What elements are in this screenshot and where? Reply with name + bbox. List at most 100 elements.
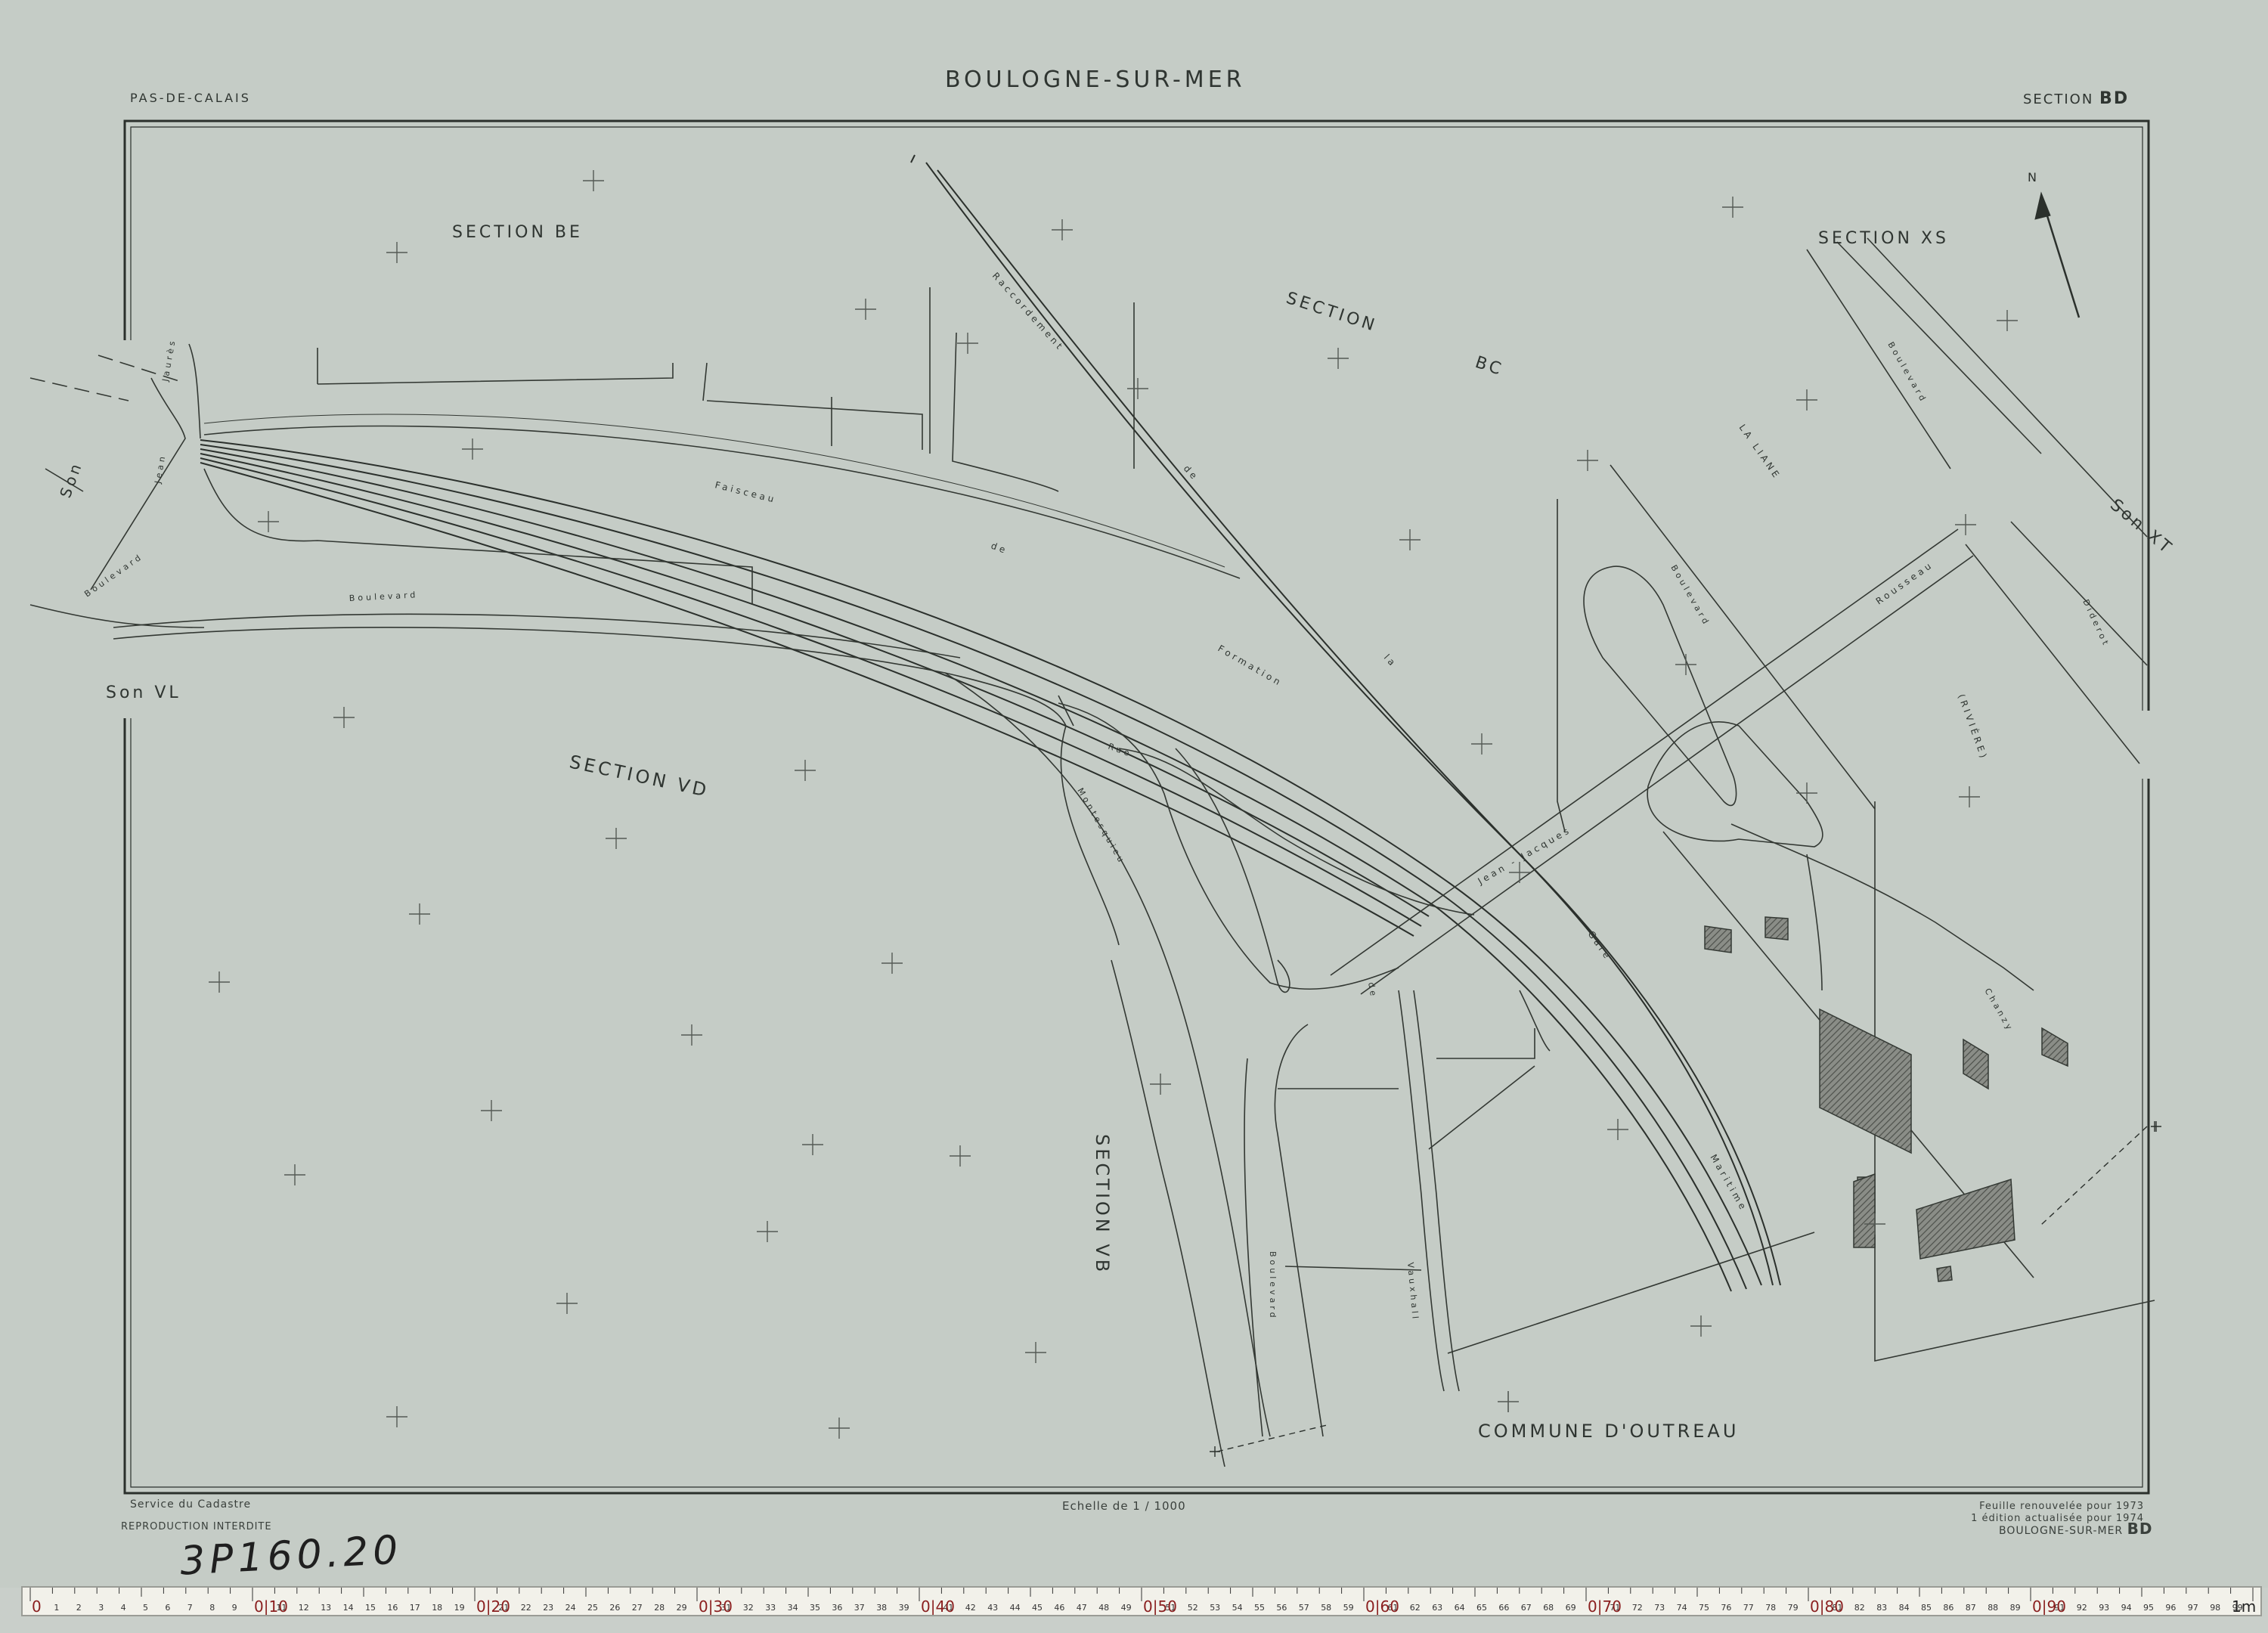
ruler-minor-label: 8 (209, 1603, 215, 1613)
street-boulevard-4: Boulevard (1885, 340, 1929, 405)
ruler-minor-label: 98 (2210, 1603, 2220, 1613)
street-raccordement: Raccordement (990, 271, 1067, 354)
ruler-minor-label: 52 (1188, 1603, 1198, 1613)
ruler-minor-label: 42 (965, 1603, 976, 1613)
ruler-minor-label: 28 (654, 1603, 665, 1613)
ruler-minor-label: 76 (1721, 1603, 1731, 1613)
section-code: BD (2099, 89, 2130, 108)
street-boulevard-5: Boulevard (1268, 1251, 1278, 1321)
ruler-minor-label: 24 (565, 1603, 576, 1613)
ruler-minor-label: 34 (788, 1603, 798, 1613)
ruler-minor-label: 56 (1276, 1603, 1287, 1613)
ruler-minor-label: 9 (232, 1603, 237, 1613)
street-maritime: Maritime (1708, 1153, 1749, 1214)
ruler-minor-label: 92 (2077, 1603, 2087, 1613)
ruler-minor-label: 26 (609, 1603, 620, 1613)
buildings (1704, 916, 2068, 1282)
ruler-minor-label: 64 (1455, 1603, 1465, 1613)
ruler-minor-label: 17 (410, 1603, 420, 1613)
ruler-minor-label: 6 (165, 1603, 170, 1613)
street-la: la (1382, 652, 1399, 670)
label-son-xt: Son XT (2106, 495, 2177, 559)
ruler-major-label: 0|40 (921, 1597, 955, 1615)
scale-label: Echelle de 1 / 1000 (1062, 1499, 1186, 1513)
street-rue: Rue (1107, 742, 1133, 759)
service-label: Service du Cadastre (130, 1498, 252, 1511)
ruler-minor-label: 35 (810, 1603, 820, 1613)
ruler-minor-label: 36 (832, 1603, 842, 1613)
ruler-minor-label: 73 (1654, 1603, 1665, 1613)
map-frame (123, 119, 2150, 1495)
ruler-minor-label: 29 (677, 1603, 687, 1613)
ruler-minor-label: 47 (1077, 1603, 1087, 1613)
ruler-major-label: 0|80 (1810, 1597, 1844, 1615)
label-section-vd: SECTION VD (568, 751, 711, 801)
label-section-xs: SECTION XS (1818, 229, 1949, 248)
boundary-markers (1210, 1121, 2161, 1457)
ruler-minor-label: 48 (1098, 1603, 1109, 1613)
ruler-minor-label: 5 (143, 1603, 148, 1613)
sheet-section-label: SECTION BD (2023, 89, 2129, 108)
reproduction-label: REPRODUCTION INTERDITE (121, 1521, 272, 1532)
section-labels: SECTION BE SECTION BC SECTION XS SECTION… (56, 223, 2177, 1442)
ruler-minor-label: 49 (1121, 1603, 1132, 1613)
ruler-minor-label: 78 (1765, 1603, 1776, 1613)
street-jaures: Jaurès (160, 337, 178, 383)
ruler-major-label: 0|90 (2032, 1597, 2066, 1615)
ruler-major-label: 0|50 (1143, 1597, 1177, 1615)
street-boulevard-1: Boulevard (82, 551, 145, 599)
ruler-minor-label: 3 (98, 1603, 104, 1613)
ruler-minor-label: 79 (1788, 1603, 1799, 1613)
ruler-minor-label: 32 (743, 1603, 754, 1613)
ruler-minor-label: 65 (1476, 1603, 1487, 1613)
label-section-bc-2: BC (1473, 353, 1506, 380)
label-commune-outreau: COMMUNE D'OUTREAU (1478, 1421, 1739, 1442)
ruler-minor-label: 1 (54, 1603, 59, 1613)
ruler-minor-label: 63 (1432, 1603, 1442, 1613)
ruler-minor-label: 66 (1498, 1603, 1509, 1613)
ruler-minor-label: 44 (1010, 1603, 1021, 1613)
ruler-minor-label: 55 (1254, 1603, 1265, 1613)
ruler-minor-label: 57 (1299, 1603, 1309, 1613)
ruler-minor-label: 72 (1632, 1603, 1643, 1613)
ruler-minor-label: 87 (1966, 1603, 1976, 1613)
ruler-minor-label: 39 (899, 1603, 909, 1613)
footer-sheet-name: BOULOGNE-SUR-MER (1999, 1525, 2124, 1537)
ruler-minor-label: 33 (765, 1603, 776, 1613)
ruler-minor-label: 58 (1321, 1603, 1331, 1613)
ruler-minor-label: 94 (2121, 1603, 2132, 1613)
ruler-minor-label: 97 (2188, 1603, 2198, 1613)
ruler-minor-label: 54 (1232, 1603, 1243, 1613)
ruler-major-label: 0|70 (1588, 1597, 1622, 1615)
ruler-major-label: 1m (2232, 1597, 2256, 1615)
ruler-minor-label: 62 (1410, 1603, 1421, 1613)
label-son-vl: Son VL (106, 683, 181, 702)
footer-sheet-id: BOULOGNE-SUR-MER BD (1999, 1520, 2152, 1538)
ruler-minor-label: 45 (1032, 1603, 1043, 1613)
ruler-minor-label: 96 (2165, 1603, 2176, 1613)
ruler-minor-label: 13 (321, 1603, 331, 1613)
ruler-major-label: 0|60 (1365, 1597, 1399, 1615)
ruler-minor-label: 84 (1899, 1603, 1910, 1613)
ruler-major-label: 0|10 (254, 1597, 288, 1615)
street-boundaries (29, 237, 2155, 1467)
ruler-minor-label: 82 (1854, 1603, 1865, 1613)
footer-sheet-code: BD (2127, 1520, 2153, 1538)
street-boulevard-2: Boulevard (349, 590, 418, 603)
ruler-major-label: 0|30 (699, 1597, 733, 1615)
ruler-minor-label: 85 (1921, 1603, 1932, 1613)
ruler-minor-label: 86 (1943, 1603, 1954, 1613)
ruler-minor-label: 89 (2010, 1603, 2021, 1613)
ruler-minor-label: 27 (632, 1603, 643, 1613)
ruler-minor-label: 23 (543, 1603, 553, 1613)
ruler-minor-label: 7 (187, 1603, 193, 1613)
ruler-minor-label: 83 (1876, 1603, 1887, 1613)
department-label: PAS-DE-CALAIS (130, 91, 251, 105)
ruler-minor-label: 68 (1543, 1603, 1554, 1613)
ruler-minor-label: 12 (299, 1603, 309, 1613)
ruler-minor-label: 69 (1566, 1603, 1576, 1613)
label-section-vb: SECTION VB (1092, 1134, 1113, 1275)
ruler-minor-label: 38 (876, 1603, 887, 1613)
cadastral-map: N SECTION BE SECTION BC SECTION XS SECTI… (29, 119, 2177, 1495)
ruler-minor-label: 4 (121, 1603, 126, 1613)
